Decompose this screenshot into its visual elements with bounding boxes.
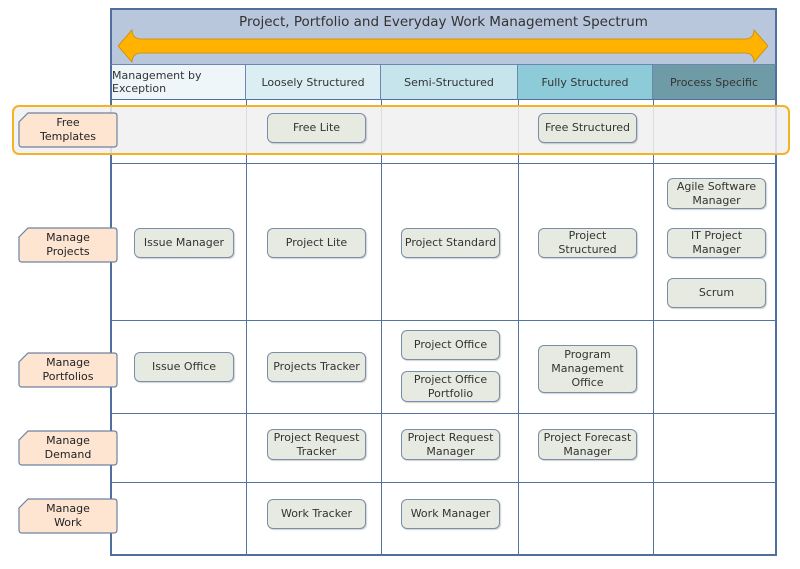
template-scrum[interactable]: Scrum [667,278,766,308]
free-templates-highlight [12,105,790,155]
template-label-line1: Project Forecast [543,430,632,444]
template-label-line2: Manager [692,193,741,207]
row-label-line1: Manage [46,502,90,515]
column-header-semi-structured: Semi-Structured [381,65,518,100]
row-label-line1: Manage [46,434,90,447]
row-label-manage-portfolios: Manage Portfolios [18,352,118,388]
row-label-line1: Manage [46,231,90,244]
row-label-line2: Work [54,516,82,529]
template-issue-office[interactable]: Issue Office [134,352,234,382]
grid-line [518,100,519,555]
template-label-line1: Agile Software [676,179,757,193]
template-free-structured[interactable]: Free Structured [538,113,637,143]
template-free-lite[interactable]: Free Lite [267,113,366,143]
template-project-forecast-manager[interactable]: Project Forecast Manager [538,429,637,460]
template-label-line1: Project Office [413,372,488,386]
template-project-office-portfolio[interactable]: Project Office Portfolio [401,371,500,402]
row-label-line1: Manage [46,356,90,369]
column-header-fully-structured: Fully Structured [518,65,653,100]
row-label-line2: Demand [44,448,92,461]
template-agile-software-manager[interactable]: Agile Software Manager [667,178,766,209]
row-label-manage-projects: Manage Projects [18,227,118,263]
grid-line [381,100,382,555]
template-label-line2: Management Office [551,362,624,389]
template-project-request-manager[interactable]: Project Request Manager [401,429,500,460]
template-project-request-tracker[interactable]: Project Request Tracker [267,429,366,460]
row-label-manage-work: Manage Work [18,498,118,534]
grid-line [111,413,776,414]
row-label-line2: Projects [46,245,90,258]
template-program-management-office[interactable]: Program Management Office [538,345,637,393]
grid-line [111,320,776,321]
template-project-office[interactable]: Project Office [401,330,500,360]
template-issue-manager[interactable]: Issue Manager [134,228,234,258]
grid-line [111,482,776,483]
grid-line [246,100,247,555]
column-header-process-specific: Process Specific [653,65,775,100]
template-label-line1: Project Request [407,430,494,444]
column-header-management-by-exception: Management by Exception [112,65,246,100]
template-work-tracker[interactable]: Work Tracker [267,499,366,529]
row-label-manage-demand: Manage Demand [18,430,118,466]
template-project-structured[interactable]: Project Structured [538,228,637,258]
template-it-project-manager[interactable]: IT Project Manager [667,228,766,258]
grid-line [111,163,776,164]
template-project-lite[interactable]: Project Lite [267,228,366,258]
template-label-line2: Manager [563,444,612,458]
row-label-line2: Templates [40,130,96,143]
row-label-line1: Free [56,116,80,129]
column-header-loosely-structured: Loosely Structured [246,65,381,100]
grid-line [653,100,654,555]
template-label-line2: Tracker [296,444,337,458]
template-label-line1: Program [564,348,611,361]
template-label-line1: Project Request [273,430,360,444]
template-work-manager[interactable]: Work Manager [401,499,500,529]
template-label-line2: Portfolio [427,386,474,400]
template-label-line2: Manager [426,444,475,458]
template-projects-tracker[interactable]: Projects Tracker [267,352,366,382]
row-label-line2: Portfolios [42,370,94,383]
double-arrow-icon [118,28,768,64]
row-label-free-templates: Free Templates [18,112,118,148]
template-project-standard[interactable]: Project Standard [401,228,500,258]
